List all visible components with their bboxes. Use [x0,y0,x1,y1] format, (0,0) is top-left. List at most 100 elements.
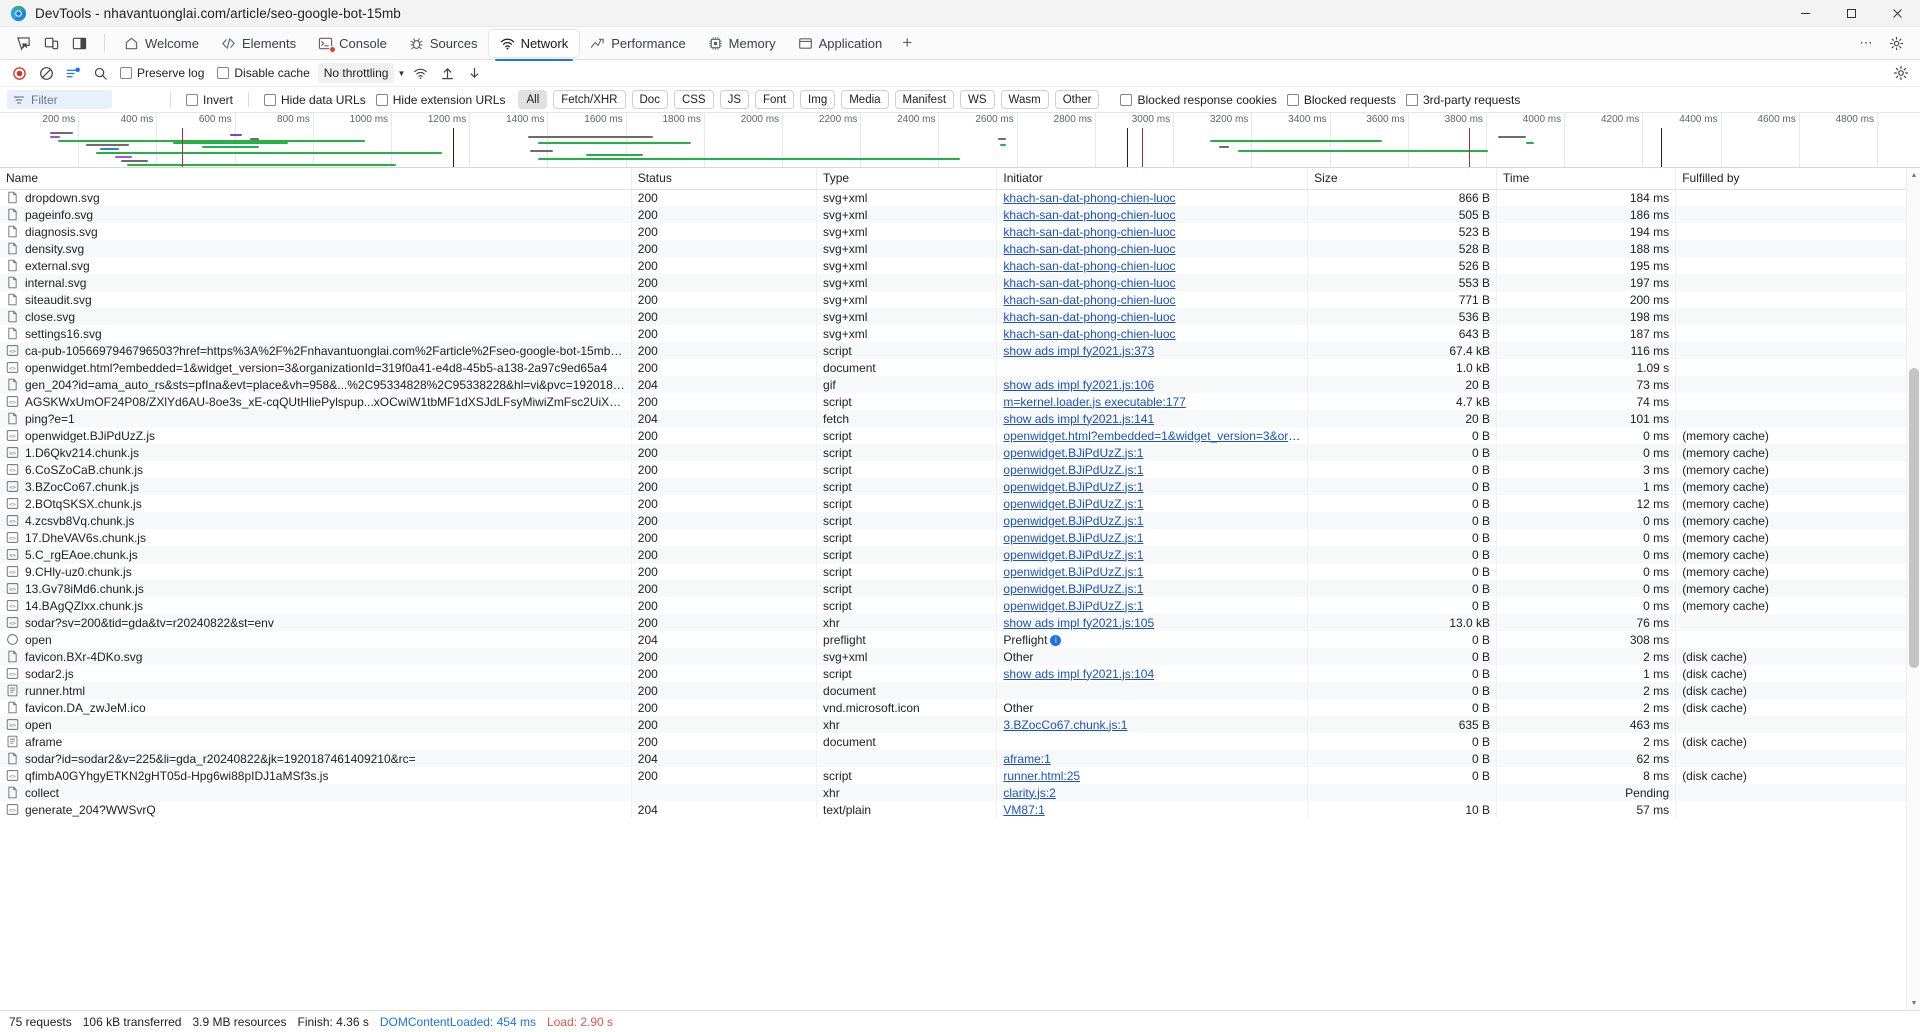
initiator-link[interactable]: VM87:1 [1003,803,1044,817]
initiator-link[interactable]: show ads impl fy2021.js:141 [1003,412,1154,426]
filter-input[interactable]: Filter [7,90,112,109]
cell-initiator[interactable]: khach-san-dat-phong-chien-luoc [996,189,1309,206]
type-filter-css[interactable]: CSS [673,90,714,109]
initiator-link[interactable]: openwidget.BJiPdUzZ.js:1 [1003,463,1143,477]
cell-name[interactable]: diagnosis.svg [0,223,632,240]
table-row[interactable]: <> sodar2.js 200 script show ads impl fy2021… [0,665,1920,682]
table-row[interactable]: favicon.DA_zwJeM.ico 200 vnd.microsoft.ico… [0,699,1920,716]
cell-initiator[interactable]: openwidget.BJiPdUzZ.js:1 [996,461,1309,478]
cell-name[interactable]: internal.svg [0,274,632,291]
network-overview[interactable]: 200 ms 400 ms 600 ms 800 ms 1000 ms 1200 ms 14… [0,113,1920,168]
table-row[interactable]: dropdown.svg 200 svg+xml khach-san-dat-phon… [0,189,1920,206]
table-row[interactable]: internal.svg 200 svg+xml khach-san-dat-phon… [0,274,1920,291]
type-filter-img[interactable]: Img [800,90,836,109]
initiator-link[interactable]: khach-san-dat-phong-chien-luoc [1003,310,1175,324]
cell-initiator[interactable]: khach-san-dat-phong-chien-luoc [996,308,1309,325]
table-row[interactable]: <> 13.Gv78iMd6.chunk.js 200 script openwidge… [0,580,1920,597]
column-header-name[interactable]: Name [0,168,632,190]
cell-name[interactable]: <> 14.BAgQZlxx.chunk.js [0,597,632,614]
initiator-link[interactable]: khach-san-dat-phong-chien-luoc [1003,225,1175,239]
maximize-button[interactable] [1828,0,1874,27]
initiator-link[interactable]: show ads impl fy2021.js:104 [1003,667,1154,681]
cell-name[interactable]: density.svg [0,240,632,257]
scroll-up-arrow[interactable]: ▲ [1907,168,1920,182]
table-row[interactable]: runner.html 200 document 0 B2 ms (disk cache… [0,682,1920,699]
cell-name[interactable]: <> 2.BOtqSKSX.chunk.js [0,495,632,512]
table-row[interactable]: settings16.svg 200 svg+xml khach-san-dat-ph… [0,325,1920,342]
invert-checkbox[interactable]: Invert [181,93,238,107]
clear-button[interactable] [34,62,58,84]
add-tab-button[interactable]: + [893,30,921,57]
table-row[interactable]: <> openwidget.html?embedded=1&widget_vers… [0,359,1920,376]
table-row[interactable]: <> 1.D6Qkv214.chunk.js 200 script openwidget… [0,444,1920,461]
disable-cache-checkbox[interactable]: Disable cache [212,66,314,80]
table-row[interactable]: <> generate_204?WWSvrQ 204 text/plain VM87:1… [0,801,1920,818]
initiator-link[interactable]: openwidget.html?embedded=1&widget_versio… [1003,429,1306,443]
cell-initiator[interactable]: khach-san-dat-phong-chien-luoc [996,257,1309,274]
blocked-requests-checkbox[interactable]: Blocked requests [1282,93,1401,107]
initiator-link[interactable]: aframe:1 [1003,752,1050,766]
initiator-link[interactable]: khach-san-dat-phong-chien-luoc [1003,259,1175,273]
cell-name[interactable]: external.svg [0,257,632,274]
chevron-down-icon[interactable]: ▼ [397,69,405,78]
cell-name[interactable]: siteaudit.svg [0,291,632,308]
initiator-link[interactable]: show ads impl fy2021.js:105 [1003,616,1154,630]
table-row[interactable]: gen_204?id=ama_auto_rs&sts=pfIna&evt=pla… [0,376,1920,393]
cell-name[interactable]: <> 4.zcsvb8Vq.chunk.js [0,512,632,529]
table-row[interactable]: <> 2.BOtqSKSX.chunk.js 200 script openwidget… [0,495,1920,512]
cell-name[interactable]: favicon.BXr-4DKo.svg [0,648,632,665]
type-filter-wasm[interactable]: Wasm [1000,90,1049,109]
table-row[interactable]: pageinfo.svg 200 svg+xml khach-san-dat-phon… [0,206,1920,223]
cell-name[interactable]: aframe [0,733,632,750]
tab-network[interactable]: Network [488,29,580,61]
cell-name[interactable]: runner.html [0,682,632,699]
table-row[interactable]: <> open 200 xhr 3.BZocCo67.chunk.js:1 635 B 46… [0,716,1920,733]
cell-initiator[interactable]: clarity.js:2 [996,784,1309,801]
tab-performance[interactable]: Performance [579,30,696,57]
cell-name[interactable]: <> 5.C_rgEAoe.chunk.js [0,546,632,563]
cell-name[interactable]: <> 17.DheVAV6s.chunk.js [0,529,632,546]
column-header-fulfilled-by[interactable]: Fulfilled by [1675,168,1920,190]
cell-initiator[interactable]: show ads impl fy2021.js:141 [996,410,1309,427]
close-button[interactable] [1874,0,1920,27]
type-filter-media[interactable]: Media [841,90,889,109]
cell-name[interactable]: <> qfimbA0GYhgyETKN2gHT05d-Hpg6wi88pIDJ1a… [0,767,632,784]
initiator-link[interactable]: khach-san-dat-phong-chien-luoc [1003,276,1175,290]
table-row[interactable]: <> openwidget.BJiPdUzZ.js 200 script openwid… [0,427,1920,444]
dock-side-icon[interactable] [66,31,92,56]
initiator-link[interactable]: show ads impl fy2021.js:373 [1003,344,1154,358]
cell-name[interactable]: settings16.svg [0,325,632,342]
tab-sources[interactable]: Sources [398,30,489,57]
vertical-scrollbar[interactable]: ▲ ▼ [1906,168,1920,1010]
cell-initiator[interactable]: openwidget.BJiPdUzZ.js:1 [996,512,1309,529]
column-header-size[interactable]: Size [1307,168,1498,190]
settings-gear-icon[interactable] [1889,62,1913,84]
table-row[interactable]: collect xhr clarity.js:2 Pending [0,784,1920,801]
cell-name[interactable]: <> openwidget.BJiPdUzZ.js [0,427,632,444]
initiator-link[interactable]: openwidget.BJiPdUzZ.js:1 [1003,548,1143,562]
initiator-link[interactable]: khach-san-dat-phong-chien-luoc [1003,191,1175,205]
table-row[interactable]: <> 3.BZocCo67.chunk.js 200 script openwidget… [0,478,1920,495]
table-row[interactable]: <> 9.CHly-uz0.chunk.js 200 script openwidget… [0,563,1920,580]
cell-name[interactable]: ping?e=1 [0,410,632,427]
scrollbar-thumb[interactable] [1909,368,1919,668]
type-filter-font[interactable]: Font [755,90,795,109]
tab-welcome[interactable]: Welcome [113,30,210,57]
tab-elements[interactable]: Elements [210,30,307,57]
cell-initiator[interactable]: openwidget.BJiPdUzZ.js:1 [996,495,1309,512]
table-row[interactable]: close.svg 200 svg+xml khach-san-dat-phong-c… [0,308,1920,325]
inspect-element-icon[interactable] [10,31,36,56]
initiator-link[interactable]: openwidget.BJiPdUzZ.js:1 [1003,531,1143,545]
cell-name[interactable]: <> generate_204?WWSvrQ [0,801,632,818]
type-filter-js[interactable]: JS [719,90,750,109]
scroll-down-arrow[interactable]: ▼ [1907,996,1920,1010]
tab-console[interactable]: Console [307,30,398,57]
cell-name[interactable]: <> open [0,716,632,733]
table-row[interactable]: <> 5.C_rgEAoe.chunk.js 200 script openwidget… [0,546,1920,563]
cell-name[interactable]: gen_204?id=ama_auto_rs&sts=pfIna&evt=pla… [0,376,632,393]
initiator-link[interactable]: openwidget.BJiPdUzZ.js:1 [1003,582,1143,596]
network-conditions-icon[interactable] [408,62,432,84]
cell-initiator[interactable]: VM87:1 [996,801,1309,818]
initiator-link[interactable]: runner.html:25 [1003,769,1080,783]
table-row[interactable]: external.svg 200 svg+xml khach-san-dat-phon… [0,257,1920,274]
